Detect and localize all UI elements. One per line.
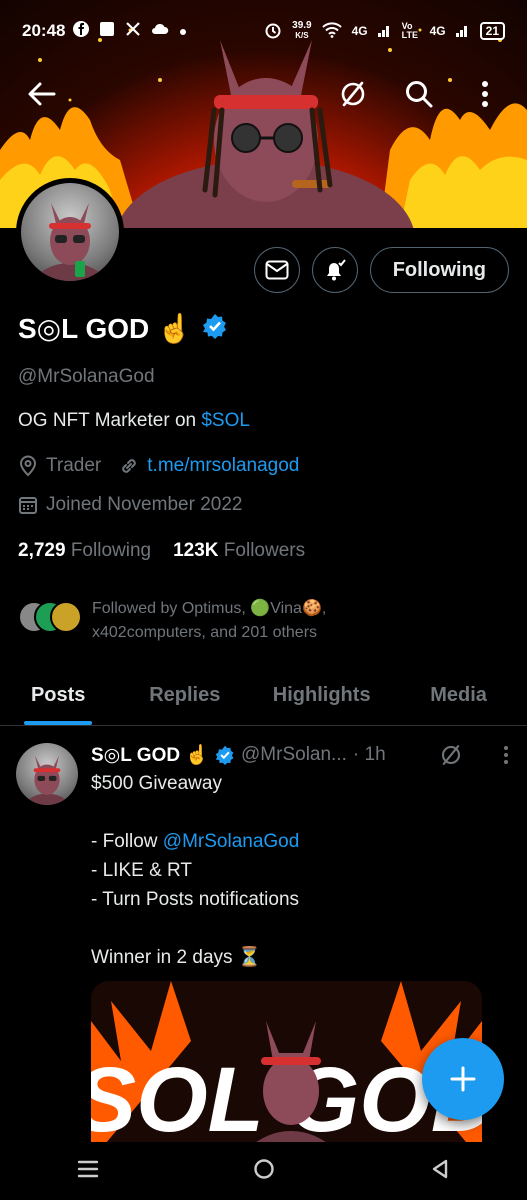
more-options-button[interactable]: [463, 72, 507, 116]
grok-icon: [441, 745, 461, 765]
post-text: $500 Giveaway - Follow @MrSolanaGod - LI…: [91, 769, 299, 972]
grok-icon: [341, 81, 365, 107]
arrow-left-icon: [28, 82, 56, 106]
post-line: - Follow @MrSolanaGod: [91, 827, 299, 856]
message-button[interactable]: [253, 247, 300, 293]
following-button[interactable]: Following: [369, 247, 509, 293]
profile-tabs: Posts Replies Highlights Media: [0, 666, 527, 726]
followed-by-text: Followed by Optimus, 🟢Vina🍪, x402compute…: [92, 600, 327, 641]
signal-bars-icon: [455, 23, 470, 40]
following-count: 2,729: [18, 540, 66, 561]
alarm-icon: [264, 21, 282, 42]
post-grok-button[interactable]: [439, 743, 463, 772]
calendar-icon: [19, 497, 37, 514]
square-notification-icon: [99, 21, 115, 42]
recent-apps-button[interactable]: [77, 1160, 99, 1183]
back-button[interactable]: [20, 72, 64, 116]
cloud-icon: [151, 21, 169, 41]
mutual-avatars: [18, 601, 82, 637]
post-line: [91, 798, 299, 827]
status-time: 20:48: [22, 21, 66, 40]
dot-icon: [179, 21, 187, 41]
notifications-button[interactable]: [311, 247, 358, 293]
post-author-avatar[interactable]: [16, 743, 78, 805]
verified-badge-icon: [215, 745, 234, 765]
triangle-back-icon: [432, 1159, 448, 1178]
post-line: $500 Giveaway: [91, 773, 222, 794]
grok-button[interactable]: [331, 72, 375, 116]
profile-joined-row: Joined November 2022: [18, 494, 242, 516]
avatar-image: [21, 183, 119, 281]
system-nav-bar: [0, 1142, 527, 1200]
post-mention-link[interactable]: @MrSolanaGod: [163, 831, 300, 852]
post-header: S◎L GOD ☝️ @MrSolan... · 1h: [91, 743, 386, 767]
profile-top-bar: [0, 62, 527, 126]
followers-label: Followers: [223, 540, 306, 561]
more-vertical-icon: [504, 746, 508, 764]
profile-joined-date: Joined November 2022: [46, 494, 243, 515]
post-line: - Turn Posts notifications: [91, 889, 300, 910]
signal-2-label: 4G: [429, 24, 446, 38]
profile-bio: OG NFT Marketer on $SOL: [18, 410, 250, 432]
link-icon: [122, 459, 137, 473]
bio-cashtag-link[interactable]: $SOL: [201, 410, 250, 431]
wifi-icon: [321, 21, 342, 41]
post-timestamp: · 1h: [352, 744, 386, 765]
post-author-handle: @MrSolan...: [241, 744, 347, 765]
compose-post-button[interactable]: [422, 1038, 504, 1120]
post-author-name[interactable]: S◎L GOD ☝️: [91, 743, 209, 767]
following-label: Following: [70, 540, 152, 561]
post-line: - LIKE & RT: [91, 860, 193, 881]
followers-you-know[interactable]: Followed by Optimus, 🟢Vina🍪, x402compute…: [18, 597, 422, 645]
home-circle-icon: [254, 1158, 275, 1179]
post-more-button[interactable]: [503, 745, 509, 770]
profile-avatar[interactable]: [16, 178, 124, 286]
verified-badge-icon[interactable]: [202, 313, 228, 344]
post-line-text: - Follow: [91, 831, 163, 852]
more-vertical-icon: [482, 81, 488, 107]
signal-1-label: 4G: [351, 24, 368, 38]
location-pin-icon: [19, 455, 37, 477]
tab-posts[interactable]: Posts: [0, 666, 116, 725]
search-icon: [406, 81, 433, 108]
tab-replies[interactable]: Replies: [116, 666, 253, 725]
volte-label: Vo LTE: [401, 21, 418, 40]
profile-stats: 2,729 Following 123K Followers: [18, 540, 305, 562]
battery-indicator: 21: [479, 22, 505, 40]
envelope-icon: [265, 260, 289, 280]
profile-meta-row: Trader t.me/mrsolanagod: [18, 455, 299, 477]
post-line: Winner in 2 days ⏳: [91, 947, 262, 968]
back-nav-button[interactable]: [430, 1158, 450, 1185]
facebook-icon: [73, 20, 90, 42]
status-bar: 20:48 39.9 K/S 4G Vo LTE 4G 21: [0, 0, 527, 62]
display-name: S◎L GOD ☝️: [18, 313, 192, 344]
profile-name-row: S◎L GOD ☝️: [18, 312, 228, 345]
menu-lines-icon: [77, 1160, 99, 1177]
tab-media[interactable]: Media: [390, 666, 527, 725]
following-stat[interactable]: 2,729 Following: [18, 540, 151, 562]
home-button[interactable]: [253, 1158, 275, 1185]
followers-stat[interactable]: 123K Followers: [173, 540, 305, 562]
bio-text: OG NFT Marketer on: [18, 410, 202, 431]
plus-icon: [450, 1066, 476, 1092]
signal-bars-icon: [377, 23, 392, 40]
search-button[interactable]: [397, 72, 441, 116]
bell-check-icon: [326, 259, 346, 281]
profile-location: Trader: [46, 455, 102, 476]
tab-highlights[interactable]: Highlights: [253, 666, 390, 725]
followers-count: 123K: [173, 540, 219, 561]
post-line: [91, 914, 299, 943]
profile-handle: @MrSolanaGod: [18, 366, 155, 387]
profile-website-link[interactable]: t.me/mrsolanagod: [147, 455, 299, 477]
profile-actions: Following: [253, 247, 509, 293]
mutual-avatar: [50, 601, 82, 633]
net-speed: 39.9 K/S: [292, 20, 312, 41]
x-logo-icon: [125, 21, 141, 42]
